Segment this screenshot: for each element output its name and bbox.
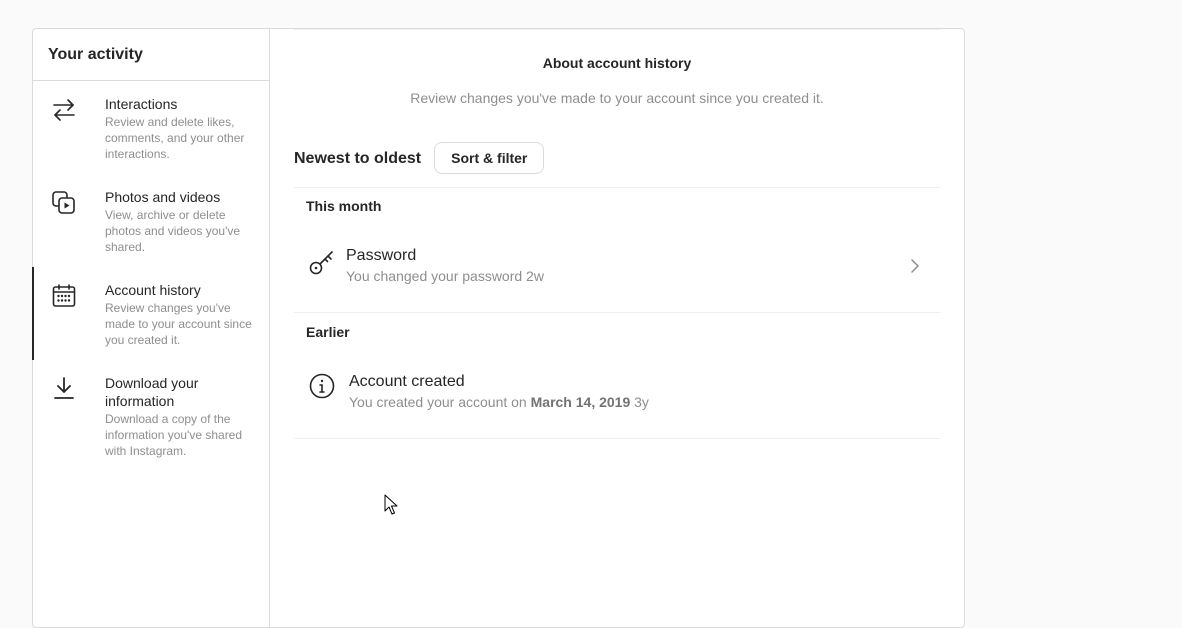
key-icon <box>308 248 336 276</box>
sidebar: Your activity Interactions Review and de… <box>32 29 270 627</box>
sidebar-item-label: Interactions <box>105 96 178 112</box>
entry-subtitle-prefix: You created your account on <box>349 394 527 410</box>
entry-subtitle-date: March 14, 2019 <box>530 394 631 410</box>
sort-row: Newest to oldest Sort & filter <box>294 142 940 188</box>
entry-title: Password <box>346 247 417 264</box>
sidebar-item-label: Download your information <box>105 375 199 409</box>
sidebar-item-description: Review changes you've made to your accou… <box>105 301 252 347</box>
download-icon <box>49 376 79 406</box>
sidebar-item-description: Download a copy of the information you'v… <box>105 412 243 458</box>
mouse-cursor-icon <box>384 494 398 516</box>
sidebar-item-download-information[interactable]: Download your information Download a cop… <box>33 360 269 471</box>
entry-subtitle: You changed your password 2w <box>346 268 544 284</box>
about-title: About account history <box>542 55 692 71</box>
sidebar-item-photos-videos[interactable]: Photos and videos View, archive or delet… <box>33 174 269 267</box>
sidebar-item-interactions[interactable]: Interactions Review and delete likes, co… <box>33 81 269 174</box>
photos-videos-icon <box>49 190 79 220</box>
chevron-right-icon <box>908 258 920 274</box>
sidebar-item-label: Photos and videos <box>105 189 221 205</box>
sort-order-label: Newest to oldest <box>294 150 422 167</box>
entry-title: Account created <box>349 373 465 390</box>
section-label-this-month: This month <box>306 198 382 214</box>
main-content: About account history Review changes you… <box>270 29 964 627</box>
history-entry-account-created[interactable]: Account created You created your account… <box>294 346 940 439</box>
sidebar-item-description: Review and delete likes, comments, and y… <box>105 115 245 161</box>
divider <box>294 29 940 30</box>
entry-subtitle-suffix: 3y <box>634 394 649 410</box>
sidebar-item-description: View, archive or delete photos and video… <box>105 208 241 254</box>
sidebar-item-account-history[interactable]: Account history Review changes you've ma… <box>32 267 269 360</box>
arrows-swap-icon <box>49 97 79 127</box>
entry-subtitle: You created your account on March 14, 20… <box>349 394 649 410</box>
calendar-icon <box>49 283 79 313</box>
section-label-earlier: Earlier <box>306 324 350 340</box>
about-description: Review changes you've made to your accou… <box>410 90 824 106</box>
activity-panel: Your activity Interactions Review and de… <box>32 28 965 628</box>
sidebar-title: Your activity <box>33 29 269 81</box>
sort-filter-button[interactable]: Sort & filter <box>434 142 545 174</box>
history-entry-password[interactable]: Password You changed your password 2w <box>294 220 940 313</box>
sidebar-item-label: Account history <box>105 282 201 298</box>
info-icon <box>308 372 336 400</box>
